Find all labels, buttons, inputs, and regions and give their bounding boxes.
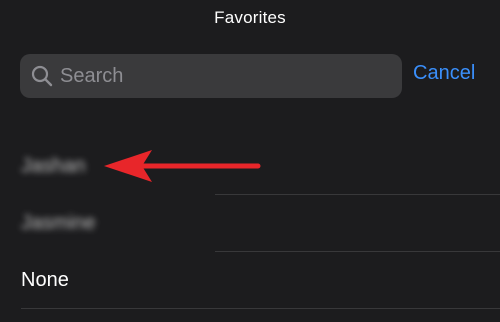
red-arrow-annotation: [104, 150, 261, 182]
search-input[interactable]: [60, 54, 390, 98]
favorites-screen: Favorites Cancel Jashan Jasmine None: [0, 0, 500, 322]
list-item-label: None: [21, 269, 69, 291]
list-item-label: Jasmine: [21, 212, 96, 234]
search-icon: [30, 64, 54, 88]
cancel-button[interactable]: Cancel: [413, 62, 475, 85]
page-title: Favorites: [214, 8, 286, 27]
list-item-label: Jashan: [21, 155, 86, 177]
list-item-jasmine[interactable]: Jasmine: [0, 195, 500, 252]
search-bar[interactable]: [20, 54, 402, 98]
list-item-none[interactable]: None: [0, 252, 500, 309]
separator: [21, 308, 500, 309]
